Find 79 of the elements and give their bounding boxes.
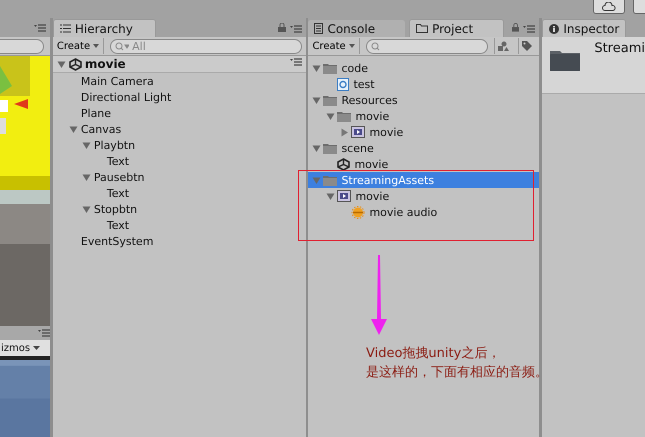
menu-icon[interactable] [523, 25, 536, 33]
menu-icon[interactable] [38, 329, 50, 337]
hierarchy-item[interactable]: Canvas [80, 122, 122, 136]
folder-icon [323, 174, 338, 186]
folder-icon [337, 110, 352, 122]
list-icon [60, 24, 71, 33]
hierarchy-item[interactable]: Plane [80, 106, 112, 120]
info-icon [549, 24, 560, 34]
project-item[interactable]: Resources [308, 92, 540, 108]
lock-icon[interactable] [512, 23, 520, 32]
folder-icon [323, 94, 338, 106]
menu-icon[interactable] [290, 25, 302, 33]
hierarchy-item[interactable]: Text [106, 154, 130, 168]
panel-tab[interactable]: Console [308, 20, 406, 37]
folder-icon [550, 49, 580, 71]
cloud-button[interactable] [593, 0, 625, 14]
hierarchy-item[interactable]: Main Camera [80, 74, 154, 88]
project-item[interactable]: StreamingAssets [308, 172, 540, 188]
collapse-arrow-icon[interactable] [326, 192, 336, 200]
hierarchy-item[interactable]: EventSystem [80, 234, 154, 248]
project-item[interactable]: test [308, 76, 540, 92]
audio-file-icon [351, 206, 366, 218]
collapse-arrow-icon[interactable] [82, 172, 91, 182]
hierarchy-item[interactable]: Pausebtn [94, 170, 144, 184]
hierarchy-item[interactable]: Text [106, 186, 130, 200]
search-icon [115, 42, 130, 50]
menu-icon[interactable] [34, 24, 46, 32]
hierarchy-item[interactable]: Stopbtn [94, 202, 138, 216]
hierarchy-item[interactable]: Playbtn [94, 138, 136, 152]
panel-tab[interactable]: Project [409, 19, 504, 37]
folder-icon [416, 24, 428, 33]
annotation-text: Video拖拽unity之后， [366, 345, 502, 363]
collapse-arrow-icon[interactable] [326, 112, 336, 120]
collapse-arrow-icon[interactable] [82, 140, 91, 150]
annotation-text: 是这样的，下面有相应的音频。 [366, 364, 548, 382]
folder-icon [323, 142, 338, 154]
hierarchy-item[interactable]: Directional Light [80, 90, 172, 104]
hierarchy-tab[interactable]: Hierarchy [52, 19, 156, 37]
unity-logo-icon [337, 158, 350, 170]
project-item[interactable]: movie [308, 188, 540, 204]
video-file-icon [351, 126, 366, 138]
folder-icon [323, 62, 338, 74]
shapes-icon [498, 41, 509, 51]
video-file-icon [337, 190, 352, 202]
cloud-icon [602, 2, 616, 11]
hierarchy-item[interactable]: Text [106, 218, 130, 232]
inspector-tab[interactable]: Inspector [542, 19, 626, 37]
project-item[interactable]: movie [308, 124, 540, 140]
project-item[interactable]: code [308, 60, 540, 76]
document-icon [314, 23, 324, 34]
filter-by-type-button[interactable] [494, 38, 512, 54]
lock-icon[interactable] [278, 23, 286, 32]
create-button[interactable]: Create [56, 38, 104, 54]
project-item[interactable]: scene [308, 140, 540, 156]
menu-icon[interactable] [290, 58, 302, 66]
project-item[interactable]: movie [308, 108, 540, 124]
project-item[interactable]: movie audio [308, 204, 540, 220]
script-file-icon [337, 78, 350, 90]
collapse-arrow-icon[interactable] [56, 60, 66, 68]
inspector-title: Streami [594, 41, 645, 56]
expand-arrow-icon[interactable] [340, 128, 350, 136]
tag-icon [522, 41, 532, 51]
collapse-arrow-icon[interactable] [312, 64, 322, 72]
collapse-arrow-icon[interactable] [312, 96, 322, 104]
search-field[interactable]: All [110, 38, 302, 54]
create-button[interactable]: Create [312, 38, 360, 54]
collapse-arrow-icon[interactable] [68, 124, 78, 134]
caret-icon [33, 346, 40, 350]
caret-icon [348, 44, 355, 48]
caret-icon [93, 44, 100, 48]
collapse-arrow-icon[interactable] [82, 204, 91, 214]
collapse-arrow-icon[interactable] [312, 144, 322, 152]
project-item[interactable]: movie [308, 156, 540, 172]
account-button[interactable] [633, 0, 645, 14]
search-field[interactable] [366, 38, 488, 54]
search-field[interactable] [0, 38, 44, 54]
search-icon [370, 42, 380, 50]
scene-name[interactable]: movie [84, 57, 126, 71]
unity-logo-icon [68, 58, 82, 70]
